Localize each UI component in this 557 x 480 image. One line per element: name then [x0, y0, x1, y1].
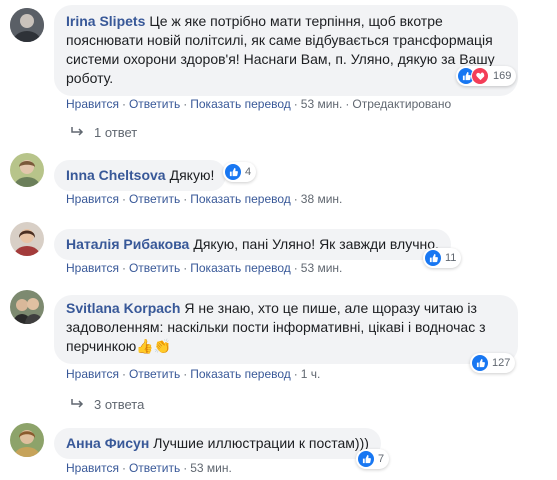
- reaction-number: 4: [245, 166, 252, 178]
- reaction-number: 169: [493, 70, 512, 82]
- timestamp[interactable]: 53 мин.: [301, 97, 343, 111]
- reply-arrow-icon: [70, 397, 84, 412]
- translate-button[interactable]: Показать перевод: [190, 261, 291, 275]
- like-icon: [225, 164, 241, 180]
- comment-bubble: Анна Фисун Лучшие иллюстрации к постам))): [54, 428, 381, 459]
- timestamp[interactable]: 38 мин.: [301, 192, 343, 206]
- reply-button[interactable]: Ответить: [129, 192, 180, 206]
- like-button[interactable]: Нравится: [66, 261, 119, 275]
- translate-button[interactable]: Показать перевод: [190, 97, 291, 111]
- view-replies-button[interactable]: 1 ответ: [70, 125, 137, 140]
- like-icon: [425, 250, 441, 266]
- like-icon: [472, 355, 488, 371]
- like-icon: [358, 451, 374, 467]
- like-button[interactable]: Нравится: [66, 192, 119, 206]
- reply-button[interactable]: Ответить: [129, 97, 180, 111]
- comment-author[interactable]: Svitlana Korpach: [66, 300, 180, 316]
- comment-text: Дякую!: [169, 167, 215, 183]
- reaction-number: 11: [445, 252, 457, 264]
- avatar[interactable]: [10, 290, 44, 324]
- timestamp[interactable]: 1 ч.: [301, 367, 321, 381]
- translate-button[interactable]: Показать перевод: [190, 192, 291, 206]
- comment-actions: Нравится · Ответить · Показать перевод · 53 ми…: [66, 97, 452, 111]
- love-icon: [471, 67, 489, 85]
- like-button[interactable]: Нравится: [66, 461, 119, 475]
- comment-actions: Нравится · Ответить · 53 мин.: [66, 461, 232, 475]
- avatar[interactable]: [10, 8, 44, 42]
- replies-count: 3 ответа: [94, 397, 145, 412]
- avatar[interactable]: [10, 153, 44, 187]
- reaction-count[interactable]: 4: [223, 162, 257, 182]
- comment-author[interactable]: Inna Cheltsova: [66, 167, 166, 183]
- comment-author[interactable]: Irina Slipets: [66, 13, 145, 29]
- comment-author[interactable]: Анна Фисун: [66, 435, 149, 451]
- reaction-count[interactable]: 127: [470, 353, 516, 373]
- comment-bubble: Наталія Рибакова Дякую, пані Уляно! Як за…: [54, 229, 451, 260]
- replies-count: 1 ответ: [94, 125, 138, 140]
- reply-button[interactable]: Ответить: [129, 261, 180, 275]
- comment-actions: Нравится · Ответить · Показать перевод · 53 ми…: [66, 261, 343, 275]
- reply-arrow-icon: [70, 125, 84, 140]
- reply-button[interactable]: Ответить: [129, 461, 180, 475]
- emoji: 👍👏: [136, 338, 172, 354]
- comment-actions: Нравится · Ответить · Показать перевод · 1 ч.: [66, 367, 321, 381]
- reply-button[interactable]: Ответить: [129, 367, 180, 381]
- translate-button[interactable]: Показать перевод: [190, 367, 291, 381]
- comment-bubble: Svitlana Korpach Я не знаю, хто це пише, …: [54, 295, 518, 364]
- comment-bubble: Inna Cheltsova Дякую!: [54, 160, 227, 191]
- like-button[interactable]: Нравится: [66, 367, 119, 381]
- comment-author[interactable]: Наталія Рибакова: [66, 236, 189, 252]
- timestamp[interactable]: 53 мин.: [301, 261, 343, 275]
- timestamp[interactable]: 53 мин.: [190, 461, 232, 475]
- comment-text: Лучшие иллюстрации к постам))): [153, 435, 369, 451]
- reaction-number: 127: [492, 357, 511, 369]
- comment-actions: Нравится · Ответить · Показать перевод · 38 ми…: [66, 192, 343, 206]
- reaction-number: 7: [378, 453, 385, 465]
- reaction-count[interactable]: 169: [456, 66, 517, 86]
- comment-text: Дякую, пані Уляно! Як завжди влучно.: [193, 236, 439, 252]
- edited-label[interactable]: Отредактировано: [352, 97, 451, 111]
- avatar[interactable]: [10, 222, 44, 256]
- comment-bubble: Irina Slipets Це ж яке потрібно мати терп…: [54, 5, 518, 96]
- reaction-count[interactable]: 11: [423, 248, 462, 268]
- view-replies-button[interactable]: 3 ответа: [70, 397, 144, 412]
- like-button[interactable]: Нравится: [66, 97, 119, 111]
- avatar[interactable]: [10, 423, 44, 457]
- reaction-count[interactable]: 7: [356, 449, 390, 469]
